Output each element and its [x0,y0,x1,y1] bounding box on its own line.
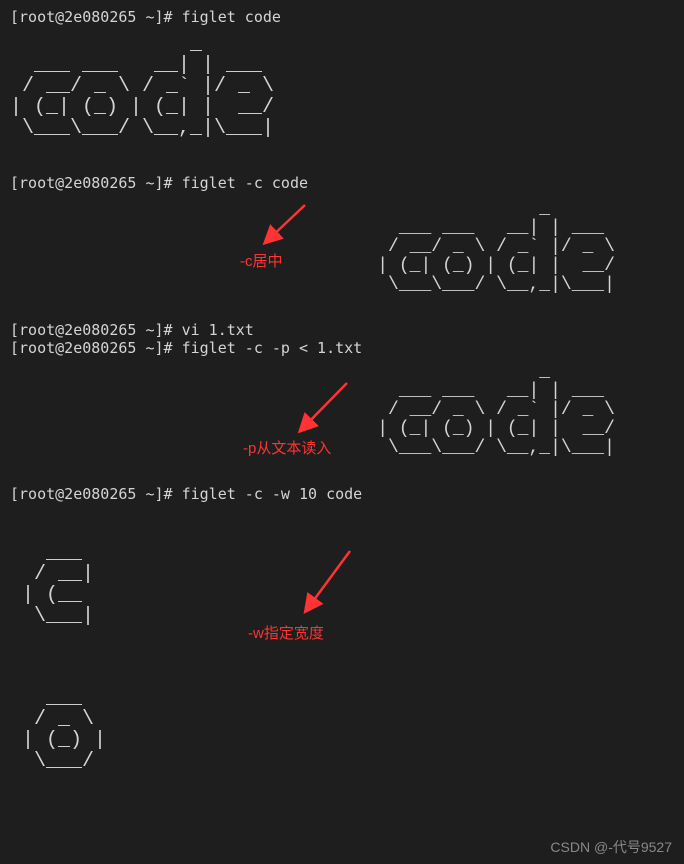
annotation-w-width: -w指定宽度 [248,625,324,643]
figlet-output-c-letter: ___ / __| | (__ \___| [22,543,674,648]
annotation-c-center: -c居中 [240,253,283,271]
figlet-output-o-letter: ___ / _ \ | (_) | \___/ [22,688,674,793]
figlet-output-3: _ ___ ___ __| | ___ / __/ _ \ / _` |/ _ … [10,363,674,476]
prompt-line-3: [root@2e080265 ~]# vi 1.txt [10,321,674,339]
watermark-text: CSDN @-代号9527 [550,839,672,856]
figlet-output-1: _ ___ ___ __| | ___ / __/ _ \ / _` |/ _ … [10,34,674,160]
prompt-line-2: [root@2e080265 ~]# figlet -c code [10,174,674,192]
figlet-output-2: _ ___ ___ __| | ___ / __/ _ \ / _` |/ _ … [10,200,674,313]
prompt-line-4: [root@2e080265 ~]# figlet -c -p < 1.txt [10,339,674,357]
prompt-line-5: [root@2e080265 ~]# figlet -c -w 10 code [10,485,674,503]
prompt-line-1: [root@2e080265 ~]# figlet code [10,8,674,26]
annotation-p-read: -p从文本读入 [243,440,331,458]
